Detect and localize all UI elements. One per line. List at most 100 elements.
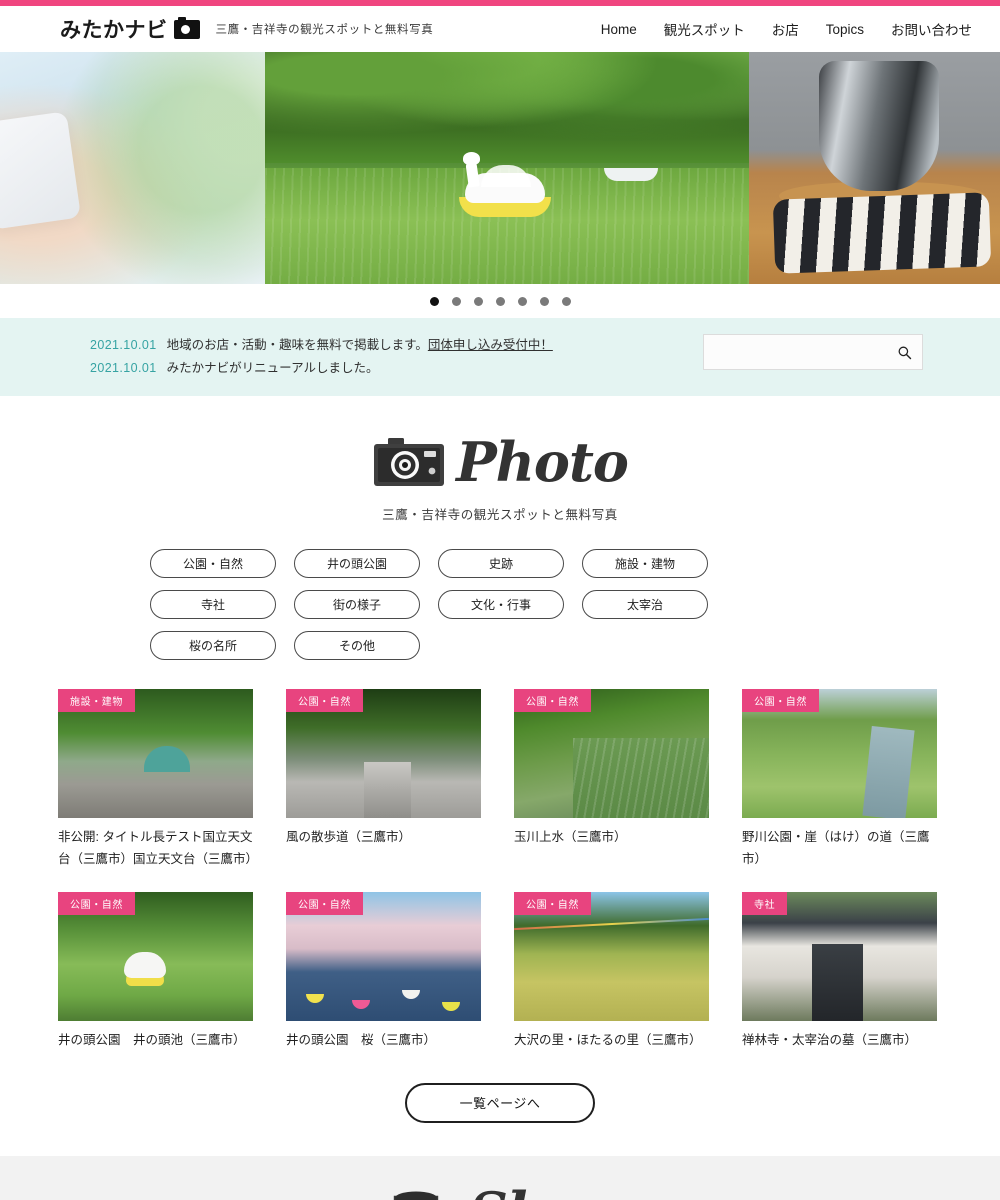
photo-caption: 井の頭公園 桜（三鷹市）	[286, 1033, 437, 1048]
hero-image-swan-boat	[265, 52, 749, 284]
category-pill-10[interactable]: その他	[294, 631, 420, 661]
carousel-dot-1[interactable]	[429, 296, 439, 306]
photo-section: Photo 三鷹・吉祥寺の観光スポットと無料写真 公園・自然 井の頭公園 史跡 施設・…	[0, 396, 1000, 1123]
photo-thumbnail[interactable]: 公園・自然	[514, 689, 709, 819]
category-badge: 公園・自然	[286, 689, 363, 713]
category-pill-6[interactable]: 街の様子	[294, 590, 420, 620]
site-tagline: 三鷹・吉祥寺の観光スポットと無料写真	[215, 24, 434, 36]
photo-card[interactable]: 公園・自然 玉川上水（三鷹市）	[514, 689, 709, 870]
logo-text: みたかナビ	[60, 18, 168, 42]
photo-caption: 禅林寺・太宰治の墓（三鷹市）	[742, 1033, 918, 1048]
category-badge: 公園・自然	[514, 689, 591, 713]
photo-caption: 井の頭公園 井の頭池（三鷹市）	[58, 1033, 246, 1048]
photo-section-heading: Photo	[0, 430, 1000, 494]
category-pill-label: 公園・自然	[182, 557, 243, 572]
carousel-dot-3[interactable]	[473, 296, 483, 306]
category-badge: 施設・建物	[58, 689, 135, 713]
swan-boat-shape	[458, 151, 551, 217]
carousel-dot-6[interactable]	[539, 296, 549, 306]
photo-caption: 野川公園・崖（はけ）の道（三鷹市）	[742, 830, 930, 866]
news-item: 2021.10.01 地域のお店・活動・趣味を無料で掲載します。団体申し込み受付…	[90, 334, 553, 357]
category-pill-label: 街の様子	[332, 598, 381, 613]
photo-card[interactable]: 公園・自然野川公園・崖（はけ）の道（三鷹市）	[742, 689, 937, 870]
search-box[interactable]	[703, 334, 923, 370]
category-pill-label: その他	[338, 639, 375, 654]
carousel-dot-4[interactable]	[495, 296, 505, 306]
category-pill-label: 施設・建物	[614, 557, 675, 572]
category-pill-label: 井の頭公園	[326, 557, 387, 572]
category-badge: 寺社	[742, 892, 788, 916]
category-badge: 公園・自然	[742, 689, 819, 713]
photo-thumbnail[interactable]: 公園・自然	[286, 689, 481, 819]
vintage-camera-icon	[374, 438, 445, 487]
news-text: みたかナビがリニューアルしました。	[166, 361, 379, 376]
nav-item-home[interactable]: Home	[601, 22, 637, 37]
category-pill-label: 史跡	[488, 557, 513, 572]
main-navigation: Home 観光スポット お店 Topics お問い合わせ	[601, 19, 972, 39]
category-pill-label: 文化・行事	[470, 598, 531, 613]
carousel-dot-5[interactable]	[517, 296, 527, 306]
news-link-group-application[interactable]: 団体申し込み受付中！	[428, 338, 553, 352]
category-pill-9[interactable]: 桜の名所	[150, 631, 276, 661]
photo-thumbnail[interactable]: 公園・自然	[742, 689, 937, 819]
second-boat-shape	[603, 168, 658, 181]
carousel-dot-7[interactable]	[561, 296, 571, 306]
category-pill-3[interactable]: 史跡	[438, 549, 564, 579]
shop-section-heading: Shop	[0, 1155, 1000, 1200]
category-pill-5[interactable]: 寺社	[150, 590, 276, 620]
hero-carousel[interactable]	[0, 52, 1000, 284]
category-pill-label: 桜の名所	[188, 639, 237, 654]
category-pill-label: 寺社	[200, 598, 225, 613]
category-badge: 公園・自然	[58, 892, 135, 916]
photo-card[interactable]: 公園・自然風の散歩道（三鷹市）	[286, 689, 481, 870]
category-filter-list: 公園・自然 井の頭公園 史跡 施設・建物寺社 街の様子 文化・行事 太宰治桜の名所 その他	[150, 549, 850, 661]
news-item: 2021.10.01 みたかナビがリニューアルしました。	[90, 357, 553, 380]
hero-slide-right[interactable]	[749, 52, 1000, 284]
view-all-photos-button[interactable]: 一覧ページへ	[405, 1082, 595, 1123]
nav-item-sightseeing[interactable]: 観光スポット	[664, 19, 745, 39]
search-input[interactable]	[714, 345, 897, 359]
nav-item-topics[interactable]: Topics	[826, 22, 864, 37]
hero-slide-left[interactable]	[0, 52, 265, 284]
hero-slide-center[interactable]	[265, 52, 749, 284]
foliage-layer	[265, 52, 749, 164]
photo-thumbnail[interactable]: 寺社	[742, 892, 937, 1022]
coffee-cup-icon	[393, 1191, 439, 1200]
news-body: 地域のお店・活動・趣味を無料で掲載します。	[166, 338, 428, 352]
photo-card[interactable]: 施設・建物非公開: タイトル長テスト国立天文台（三鷹市）国立天文台（三鷹市）	[58, 689, 259, 870]
photo-card[interactable]: 公園・自然井の頭公園 桜（三鷹市）	[286, 892, 481, 1052]
site-logo[interactable]: みたかナビ	[60, 14, 200, 44]
photo-thumbnail[interactable]: 施設・建物	[58, 689, 253, 819]
news-date: 2021.10.01	[90, 338, 157, 352]
category-pill-2[interactable]: 井の頭公園	[294, 549, 420, 579]
striped-cloth-shape	[772, 192, 992, 274]
news-date: 2021.10.01	[90, 361, 157, 376]
photo-caption: 非公開: タイトル長テスト国立天文台（三鷹市）国立天文台（三鷹市）	[58, 830, 259, 866]
photo-caption: 風の散歩道（三鷹市）	[286, 830, 412, 845]
photo-thumbnail[interactable]: 公園・自然	[286, 892, 481, 1022]
hero-image-coffee	[749, 52, 1000, 284]
shop-title: Shop	[469, 1180, 618, 1200]
photo-card[interactable]: 公園・自然 大沢の里・ほたるの里（三鷹市）	[514, 892, 709, 1052]
photo-card[interactable]: 公園・自然井の頭公園 井の頭池（三鷹市）	[58, 892, 253, 1052]
carousel-dot-2[interactable]	[451, 296, 461, 306]
site-header: みたかナビ 三鷹・吉祥寺の観光スポットと無料写真 Home 観光スポット お店 …	[0, 6, 1000, 52]
list-button-wrap: 一覧ページへ	[0, 1082, 1000, 1123]
nav-item-contact[interactable]: お問い合わせ	[891, 19, 972, 39]
news-text: 地域のお店・活動・趣味を無料で掲載します。団体申し込み受付中！	[167, 334, 553, 357]
photo-card[interactable]: 寺社禅林寺・太宰治の墓（三鷹市）	[742, 892, 937, 1052]
category-pill-7[interactable]: 文化・行事	[438, 590, 564, 620]
category-pill-8[interactable]: 太宰治	[582, 590, 708, 620]
photo-title: Photo	[456, 430, 629, 495]
photo-thumbnail[interactable]: 公園・自然	[58, 892, 253, 1022]
category-badge: 公園・自然	[286, 892, 363, 916]
category-pill-1[interactable]: 公園・自然	[150, 549, 276, 579]
carousel-dots[interactable]	[0, 284, 1000, 318]
search-icon[interactable]	[897, 345, 912, 360]
news-band: 2021.10.01 地域のお店・活動・趣味を無料で掲載します。団体申し込み受付…	[0, 318, 1000, 397]
nav-item-shops[interactable]: お店	[772, 19, 799, 39]
category-badge: 公園・自然	[514, 892, 591, 916]
category-pill-4[interactable]: 施設・建物	[582, 549, 708, 579]
photo-thumbnail[interactable]: 公園・自然	[514, 892, 709, 1022]
photo-grid: 施設・建物 非公開: タイトル長テスト国立天文台（三鷹市）国立天文台（三鷹市） 公園…	[58, 689, 942, 1052]
